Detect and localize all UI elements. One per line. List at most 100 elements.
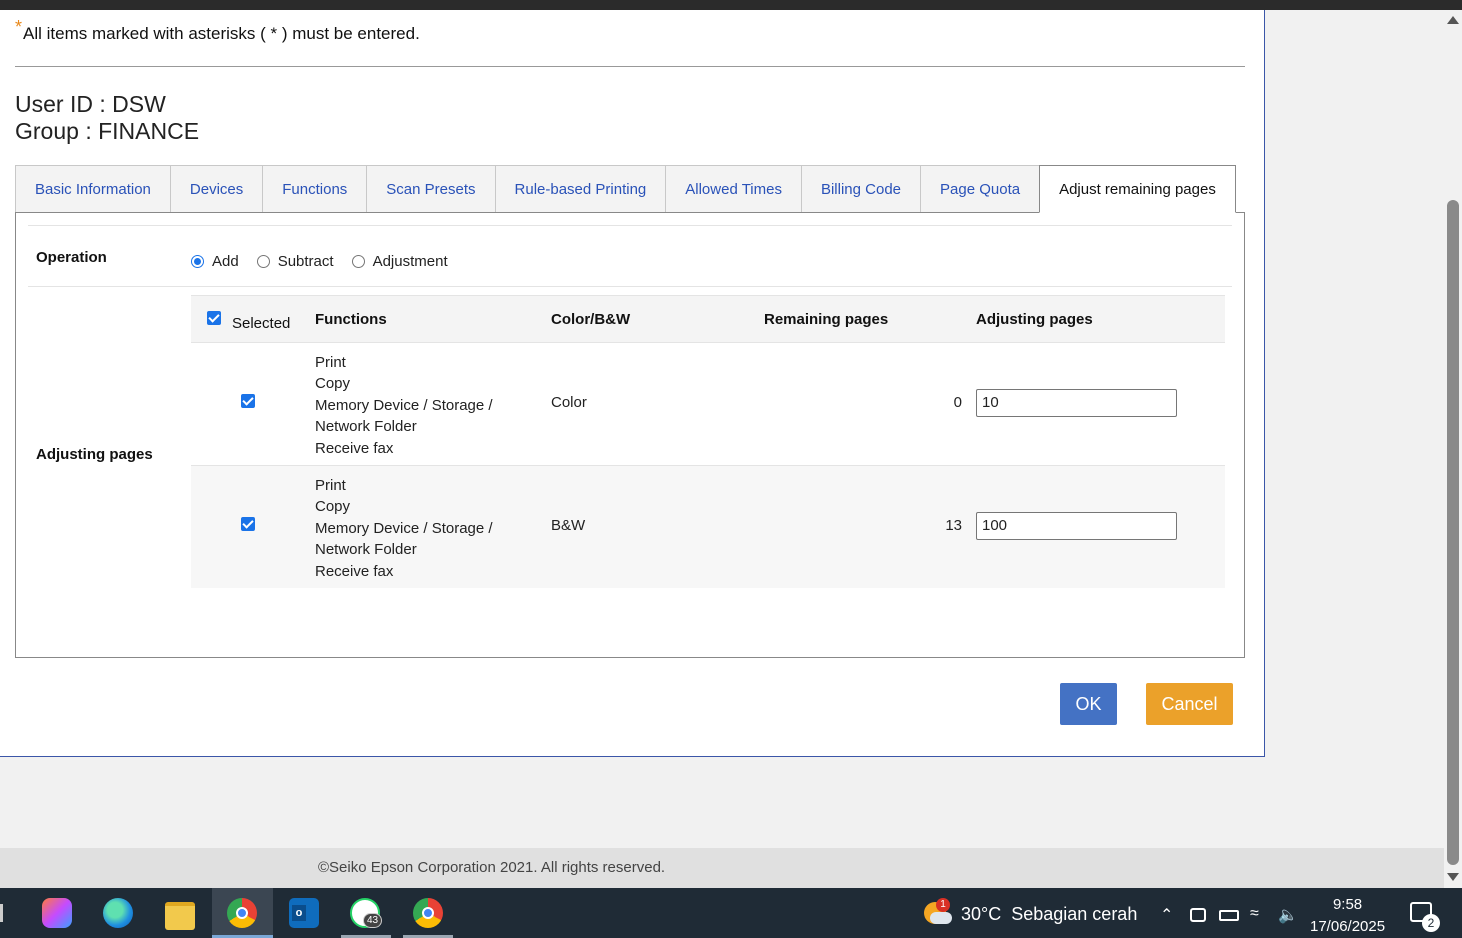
table-row: Print Copy Memory Device / Storage / Net… [191,343,1225,466]
user-id-label: User ID : DSW [15,91,166,117]
weather-temp: 30°C [961,904,1002,924]
clock-date: 17/06/2025 [1310,918,1386,935]
tab-allowed-times[interactable]: Allowed Times [665,165,801,213]
function-receive-fax: Receive fax [315,562,394,580]
chrome-center-icon [236,907,248,919]
page-footer: ©Seiko Epson Corporation 2021. All right… [0,848,1444,888]
meet-now-icon[interactable] [1190,908,1206,922]
operation-radio-group: Add Subtract Adjustment [191,253,466,270]
cloud-icon [930,912,952,924]
ok-button[interactable]: OK [1060,683,1117,725]
required-note: *All items marked with asterisks ( * ) m… [15,17,420,44]
tab-rule-based-printing[interactable]: Rule-based Printing [494,165,666,213]
clock-time: 9:58 [1332,896,1363,913]
browser-top-strip [0,0,1462,10]
chrome-icon[interactable] [413,898,443,928]
outlook-icon[interactable]: o [289,898,319,928]
chrome-profile-icon[interactable] [227,898,257,928]
volume-icon[interactable]: 🔈 [1278,905,1298,925]
radio-subtract-circle[interactable] [256,255,270,268]
radio-adjustment[interactable]: Adjustment [351,253,448,270]
header-color: Color/B&W [551,311,631,328]
row-checkbox[interactable] [241,517,255,535]
check-icon[interactable] [207,311,221,325]
function-copy: Copy [315,375,351,393]
function-memory-device: Memory Device / Storage / [315,396,493,414]
select-all-checkbox[interactable] [207,311,221,329]
radio-add[interactable]: Add [191,253,239,270]
group-label: Group : FINANCE [15,118,200,144]
weather-text[interactable]: 30°C Sebagian cerah [961,904,1137,925]
file-explorer-icon[interactable] [165,902,195,930]
copyright-text: ©Seiko Epson Corporation 2021. All right… [318,859,666,876]
check-icon[interactable] [241,394,255,408]
row-functions: Print Copy Memory Device / Storage / Net… [315,352,493,459]
radio-subtract[interactable]: Subtract [256,253,334,270]
divider [15,66,1245,67]
radio-subtract-label: Subtract [277,253,334,270]
row-color: B&W [551,517,586,534]
tab-basic-information[interactable]: Basic Information [15,165,170,213]
edge-browser-icon[interactable] [103,898,133,928]
scroll-up-icon[interactable] [1447,16,1459,24]
chrome-center-icon [422,907,434,919]
check-icon[interactable] [241,517,255,531]
tab-billing-code[interactable]: Billing Code [800,165,921,213]
weather-icon[interactable]: 1 [922,898,952,928]
scrollbar-thumb[interactable] [1447,200,1459,865]
row-divider [28,225,1232,226]
battery-icon[interactable] [1219,910,1239,921]
tab-functions[interactable]: Functions [262,165,367,213]
radio-add-circle[interactable] [191,255,204,268]
function-network-folder: Network Folder [315,541,417,559]
radio-add-label: Add [212,253,239,270]
scroll-down-icon[interactable] [1447,873,1459,881]
function-print: Print [315,477,346,494]
chevron-up-icon[interactable]: ⌃ [1160,905,1173,925]
radio-adjustment-label: Adjustment [372,253,448,270]
user-settings-dialog: *All items marked with asterisks ( * ) m… [0,10,1265,757]
header-remaining: Remaining pages [764,311,889,328]
notification-badge: 2 [1422,914,1440,932]
row-remaining: 0 [953,394,962,411]
row-color: Color [551,394,587,411]
radio-adjustment-circle[interactable] [351,255,365,268]
operation-label: Operation [36,249,107,266]
tab-bar: Basic Information Devices Functions Scan… [15,165,1236,213]
function-memory-device: Memory Device / Storage / [315,519,493,537]
taskbar: o 43 [0,888,1462,938]
table-row: Print Copy Memory Device / Storage / Net… [191,466,1225,588]
copilot-icon[interactable] [42,898,72,928]
tab-adjust-remaining-pages[interactable]: Adjust remaining pages [1039,165,1236,213]
weather-desc: Sebagian cerah [1011,904,1138,924]
adjusting-pages-input[interactable]: 10 [976,389,1177,417]
user-info: User ID : DSW Group : FINANCE [15,91,199,145]
tab-scan-presets[interactable]: Scan Presets [366,165,495,213]
tab-page-quota[interactable]: Page Quota [920,165,1040,213]
function-print: Print [315,354,346,371]
adjust-pages-panel: Operation Add Subtract Adjustment Adjust… [15,212,1245,658]
adjusting-pages-table: Selected Functions Color/B&W Remaining p… [191,295,1225,588]
function-network-folder: Network Folder [315,418,417,436]
header-adjusting: Adjusting pages [976,311,1093,328]
row-divider [28,286,1232,287]
row-remaining: 13 [945,517,962,534]
adjusting-pages-input[interactable]: 100 [976,512,1177,540]
row-functions: Print Copy Memory Device / Storage / Net… [315,475,493,582]
adjusting-pages-label: Adjusting pages [36,446,153,463]
row-checkbox[interactable] [241,394,255,412]
whatsapp-badge: 43 [363,913,383,928]
function-copy: Copy [315,498,351,516]
outlook-o-icon: o [292,905,306,921]
clock[interactable]: 9:58 17/06/2025 [1310,894,1385,938]
start-edge-icon[interactable] [0,904,3,922]
function-receive-fax: Receive fax [315,439,394,457]
header-selected: Selected [232,315,291,332]
required-asterisk: * [15,17,23,37]
header-functions: Functions [315,311,387,328]
tab-devices[interactable]: Devices [169,165,263,213]
wifi-icon[interactable]: ≈ [1250,905,1259,923]
cancel-button[interactable]: Cancel [1146,683,1233,725]
table-header: Selected Functions Color/B&W Remaining p… [191,295,1225,343]
weather-badge: 1 [936,898,950,912]
